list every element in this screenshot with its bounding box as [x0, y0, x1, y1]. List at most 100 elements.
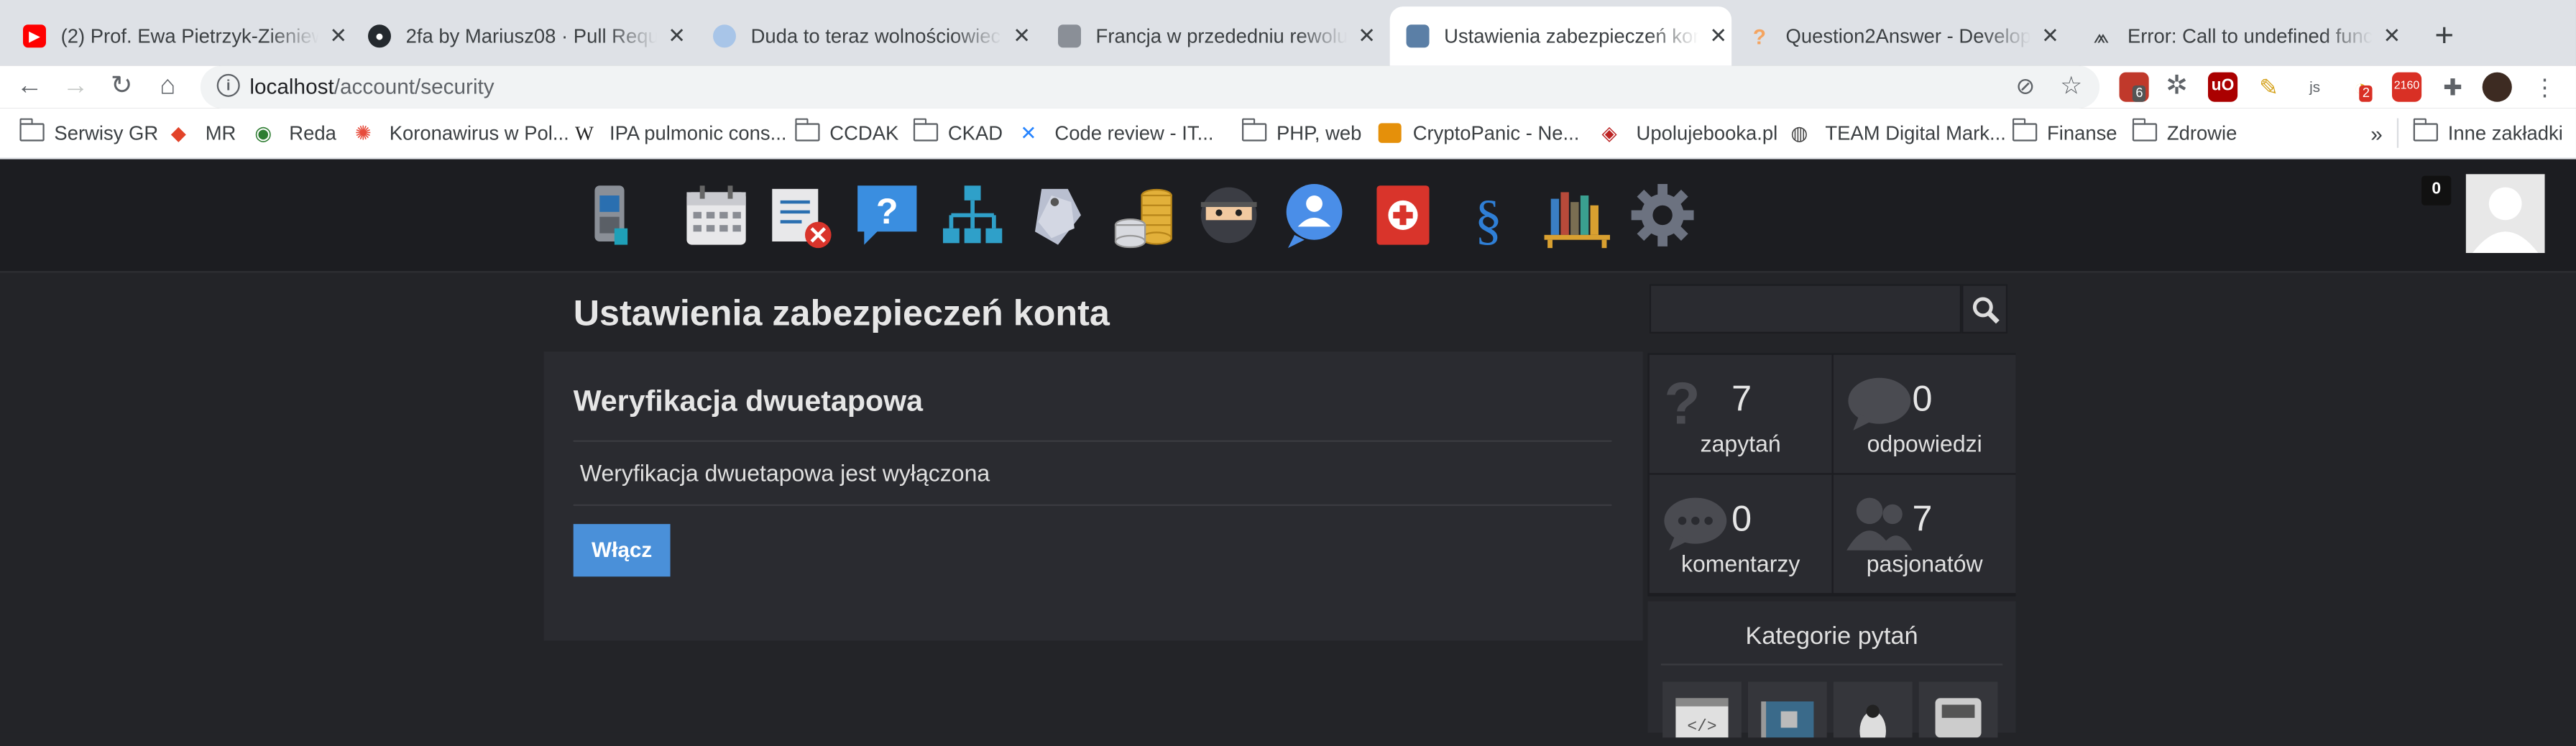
- question-icon[interactable]: ?: [851, 179, 924, 252]
- bookmark-ipa[interactable]: W IPA pulmonic cons...: [575, 121, 786, 144]
- bookmarks-overflow-icon[interactable]: »: [2370, 121, 2383, 146]
- bookmark-reda[interactable]: ◉ Reda: [254, 121, 336, 144]
- tab-title: Question2Answer - Developers: [1785, 24, 2031, 48]
- question-icon: ?: [1752, 24, 1767, 49]
- question-mark-icon: ?: [1664, 374, 1700, 433]
- bookmark-serwisy-gr[interactable]: Serwisy GR: [19, 118, 158, 144]
- tab-strip: ▶ (2) Prof. Ewa Pietrzyk-Zieniewicz ✕ ● …: [0, 0, 2576, 66]
- page-title: Ustawienia zabezpieczeń konta: [573, 292, 1110, 333]
- category-hardware-icon[interactable]: [1747, 681, 1827, 738]
- phone-logo-icon[interactable]: [575, 179, 648, 252]
- calendar-icon[interactable]: [680, 179, 753, 252]
- books-icon[interactable]: [1541, 179, 1614, 252]
- comment-dots-icon: [1664, 497, 1727, 551]
- bookmark-upolujebooka[interactable]: ◈ Upolujebooka.pl: [1602, 121, 1778, 144]
- close-tab-icon[interactable]: ✕: [2037, 23, 2064, 50]
- bookmark-team-digital[interactable]: ◍ TEAM Digital Mark...: [1790, 121, 2005, 144]
- tags-icon[interactable]: [1022, 179, 1095, 252]
- categories-panel: Kategorie pytań </>: [1647, 601, 2016, 746]
- category-linux-icon[interactable]: [1833, 681, 1913, 746]
- tab-6[interactable]: ? Question2Answer - Developers ✕: [1748, 13, 2064, 59]
- extension-bulb-icon[interactable]: ◔2: [2346, 73, 2375, 102]
- avatar[interactable]: [2465, 174, 2545, 253]
- youtube-icon: ▶: [22, 24, 46, 48]
- ublock-icon[interactable]: uO: [2207, 72, 2238, 102]
- reda-icon: ◉: [254, 121, 272, 145]
- bookmark-ccdak[interactable]: CCDAK: [794, 118, 898, 144]
- extension-gear-icon[interactable]: ✲: [2162, 73, 2191, 102]
- coins-icon[interactable]: [1108, 179, 1180, 252]
- bookmark-other[interactable]: Inne zakładki: [2412, 118, 2563, 144]
- back-icon[interactable]: ←: [12, 69, 47, 105]
- globe-icon: ◍: [1790, 121, 1808, 145]
- tab-title: Francja w przededniu rewolucji: [1095, 24, 1348, 48]
- notification-count-badge[interactable]: 0: [2421, 175, 2452, 206]
- tab-title: 2fa by Mariusz08 · Pull Request: [405, 24, 658, 48]
- reload-icon[interactable]: ↻: [104, 69, 139, 105]
- close-tab-icon[interactable]: ✕: [663, 23, 690, 50]
- tab-2[interactable]: ● 2fa by Mariusz08 · Pull Request ✕: [367, 13, 690, 59]
- bookmark-mr[interactable]: ◆ MR: [171, 121, 236, 144]
- security-panel: Weryfikacja dwuetapowa Weryfikacja dwuet…: [543, 351, 1643, 641]
- bookmark-ckad[interactable]: CKAD: [912, 118, 1003, 144]
- gitlab-icon: ◆: [170, 121, 186, 145]
- tab-5-active[interactable]: Ustawienia zabezpieczeń konta ✕: [1389, 6, 1732, 66]
- speech-bubble-icon: [1848, 377, 1911, 430]
- menu-dots-icon[interactable]: ⋮: [2530, 73, 2559, 102]
- star-icon[interactable]: ☆: [2060, 70, 2082, 101]
- extension-broom-icon[interactable]: ✎: [2254, 73, 2283, 102]
- categories-title: Kategorie pytań: [1745, 622, 1918, 651]
- user-chat-icon[interactable]: [1278, 179, 1351, 252]
- tab-3[interactable]: Duda to teraz wolnościowiec xD ✕: [712, 13, 1035, 59]
- ninja-icon[interactable]: [1192, 179, 1265, 252]
- profile-avatar-icon[interactable]: [2482, 72, 2512, 102]
- top-navigation: ? §: [0, 159, 2576, 273]
- info-icon[interactable]: i: [216, 73, 240, 97]
- extensions-puzzle-icon[interactable]: ✚: [2438, 73, 2467, 102]
- close-tab-icon[interactable]: ✕: [1706, 23, 1732, 50]
- svg-text:?: ?: [1664, 374, 1700, 433]
- close-tab-icon[interactable]: ✕: [1008, 23, 1035, 50]
- gear-icon[interactable]: [1627, 179, 1699, 252]
- enable-two-factor-button[interactable]: Włącz: [573, 524, 671, 577]
- search-icon: [1972, 297, 2000, 324]
- bookmark-koronawirus[interactable]: ✺ Koronawirus w Pol...: [355, 121, 569, 144]
- tab-1[interactable]: ▶ (2) Prof. Ewa Pietrzyk-Zieniewicz ✕: [22, 13, 352, 59]
- bookmark-cryptopanic[interactable]: CryptoPanic - Ne...: [1378, 121, 1579, 144]
- users-icon: [1846, 497, 1913, 551]
- extension-2160-icon[interactable]: 2160: [2391, 72, 2422, 102]
- paragraph-icon[interactable]: §: [1453, 179, 1525, 252]
- first-aid-icon[interactable]: [1367, 179, 1440, 252]
- forward-icon[interactable]: →: [58, 69, 93, 105]
- svg-text:?: ?: [876, 190, 898, 231]
- category-network-icon[interactable]: [1918, 681, 1998, 738]
- new-tab-button[interactable]: +: [2434, 18, 2454, 56]
- extension-calendar-icon[interactable]: 6: [2119, 72, 2149, 102]
- extension-js-icon[interactable]: js: [2300, 73, 2329, 102]
- tab-title: Ustawienia zabezpieczeń konta: [1444, 24, 1699, 48]
- url-text[interactable]: localhost/account/security: [249, 74, 494, 98]
- bookmark-code-review[interactable]: ✕ Code review - IT...: [1020, 121, 1213, 144]
- tab-4[interactable]: Francja w przededniu rewolucji ✕: [1057, 13, 1380, 59]
- list-delete-icon[interactable]: [765, 179, 838, 252]
- bookmark-php-web[interactable]: PHP, web: [1241, 118, 1361, 144]
- close-tab-icon[interactable]: ✕: [326, 23, 352, 50]
- tab-7[interactable]: ⩕ Error: Call to undefined function ✕: [2089, 13, 2405, 59]
- home-icon[interactable]: ⌂: [150, 69, 185, 105]
- divider: [1660, 663, 2003, 666]
- close-tab-icon[interactable]: ✕: [2379, 23, 2406, 50]
- bookmark-zdrowie[interactable]: Zdrowie: [2131, 118, 2237, 144]
- search-button[interactable]: [1961, 284, 2008, 333]
- stat-value: 0: [1731, 497, 1752, 539]
- close-tab-icon[interactable]: ✕: [1353, 23, 1380, 50]
- eye-slash-icon[interactable]: ⊘: [2016, 73, 2036, 101]
- address-bar[interactable]: i localhost/account/security ⊘ ☆: [200, 65, 2100, 109]
- search-input[interactable]: [1649, 284, 1962, 333]
- divider: [573, 440, 1612, 442]
- bookmark-finanse[interactable]: Finanse: [2011, 118, 2117, 144]
- category-code-icon[interactable]: </>: [1662, 681, 1742, 738]
- upolujebooka-icon: ◈: [1601, 121, 1617, 145]
- browser-toolbar: ← → ↻ ⌂ i localhost/account/security ⊘ ☆…: [0, 65, 2576, 109]
- stat-label: odpowiedzi: [1867, 430, 1982, 457]
- hierarchy-icon[interactable]: [937, 179, 1009, 252]
